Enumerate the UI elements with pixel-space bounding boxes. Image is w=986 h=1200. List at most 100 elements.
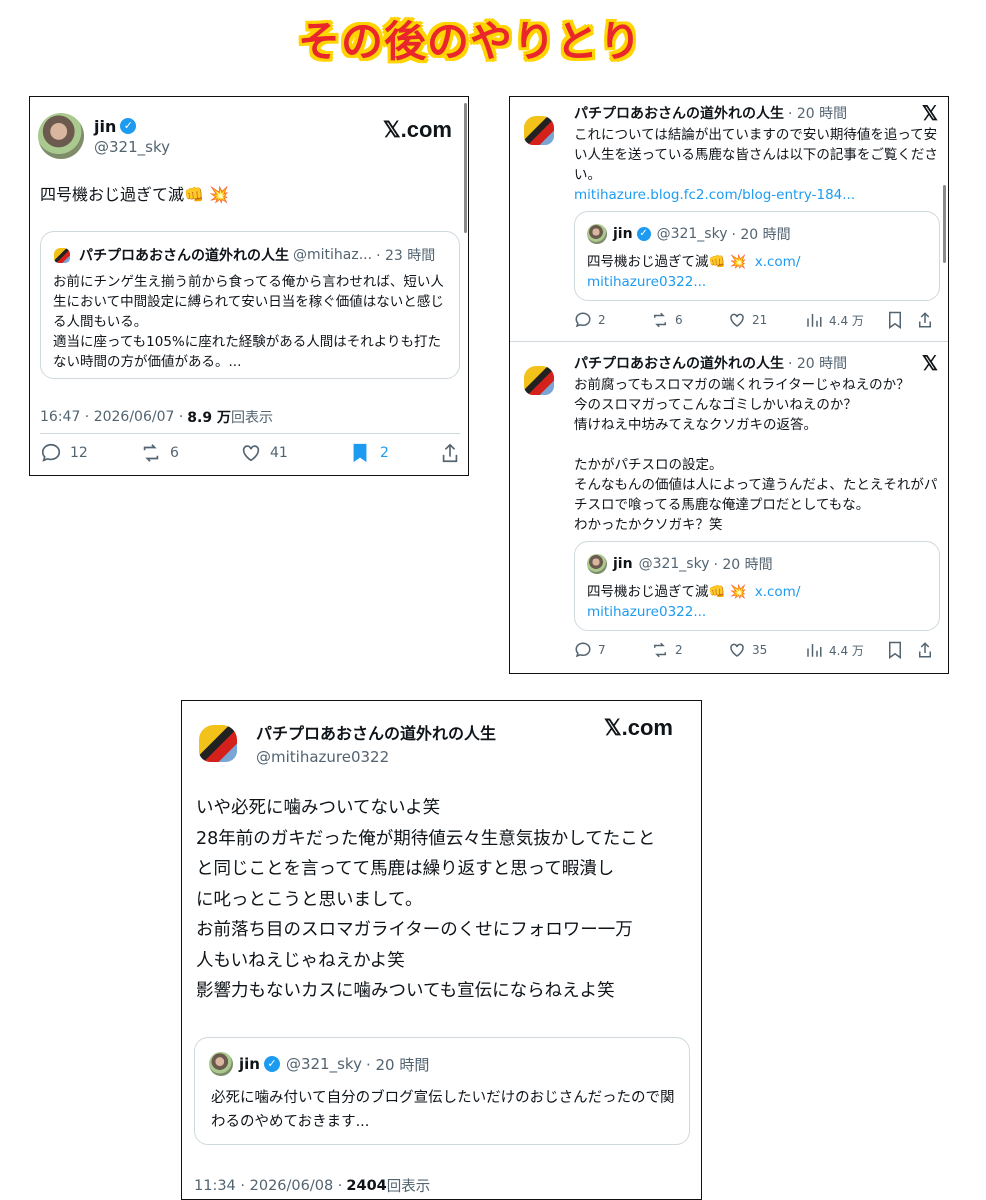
- tweet-text-line: 人もいねえじゃねえかよ笑: [196, 950, 405, 971]
- reply-text-line: わかったかクソガキ？笑: [574, 517, 723, 533]
- tweet-timestamp[interactable]: 11:34 · 2026/06/08 ·: [194, 1178, 342, 1194]
- x-logo-icon: 𝕏: [921, 103, 938, 125]
- author-handle[interactable]: @mitihazure0322: [256, 748, 496, 766]
- tweet-text-line: お前落ち目のスロマガライターのくせにフォロワー一万: [196, 920, 633, 940]
- reply-thread-panel: パチプロあおさんの道外れの人生 · 20 時間 𝕏 これについては結論が出ていま…: [509, 96, 949, 674]
- views-chart-icon: [807, 644, 822, 657]
- reply-timestamp[interactable]: · 20 時間: [788, 353, 847, 373]
- retweet-icon: [143, 444, 159, 462]
- views-button[interactable]: 4.4 万: [805, 641, 887, 659]
- retweet-button[interactable]: 6: [140, 442, 240, 464]
- scrollbar[interactable]: [943, 185, 946, 263]
- view-count: 8.9 万: [187, 410, 231, 426]
- quote-text: お前にチンゲ生え揃う前から食ってる俺から言わせれば、短い人生において中間設定に縛…: [53, 274, 444, 330]
- quote-author-name: パチプロあおさんの道外れの人生: [79, 248, 289, 264]
- bookmark-button[interactable]: [887, 311, 917, 329]
- avatar[interactable]: [192, 717, 244, 769]
- like-button[interactable]: 35: [728, 641, 805, 659]
- share-icon: [919, 642, 931, 658]
- avatar[interactable]: [518, 109, 560, 151]
- share-button[interactable]: [917, 641, 933, 659]
- avatar[interactable]: [38, 113, 84, 159]
- x-com-logo: 𝕏.com: [603, 715, 673, 740]
- reply-count: 12: [70, 445, 88, 461]
- x-logo-icon: 𝕏: [921, 353, 938, 375]
- tweet-text-line: と同じことを言ってて馬鹿は繰り返すと思って暇潰し: [196, 859, 615, 879]
- quote-link[interactable]: x.com/: [755, 584, 801, 600]
- retweet-icon: [654, 642, 666, 658]
- quote-text: 四号機おじ過ぎて滅👊 💥: [587, 584, 747, 600]
- x-com-logo: 𝕏.com: [382, 117, 452, 142]
- heart-icon: [730, 643, 744, 657]
- reply-text-line: お前腐ってもスロマガの端くれライターじゃねえのか？: [574, 377, 910, 393]
- author-name[interactable]: パチプロあおさんの道外れの人生: [574, 103, 784, 123]
- view-count-label: 回表示: [386, 1179, 431, 1195]
- quote-timestamp: · 20 時間: [713, 557, 773, 573]
- heart-icon: [242, 445, 260, 462]
- avatar: [587, 554, 607, 574]
- avatar[interactable]: [518, 359, 560, 401]
- reply-text-line: [574, 435, 942, 455]
- quote-author-name: jin: [239, 1055, 260, 1073]
- tweet-text-line: いや必死に噛みついてないよ笑: [196, 798, 441, 818]
- quote-text: 必死に噛み付いて自分のブログ宣伝したいだけのおじさんだったので関わるのやめておき…: [211, 1090, 675, 1130]
- reply-count: 7: [598, 643, 606, 657]
- bookmark-button[interactable]: 2: [350, 442, 440, 464]
- view-count-label: 回表示: [230, 410, 273, 426]
- author-name[interactable]: jin: [94, 117, 116, 136]
- blog-link[interactable]: mitihazure.blog.fc2.com/blog-entry-184..…: [574, 185, 942, 205]
- reply-button[interactable]: 7: [574, 641, 651, 659]
- author-name[interactable]: パチプロあおさんの道外れの人生: [256, 720, 496, 744]
- quote-link[interactable]: x.com/: [755, 254, 801, 270]
- retweet-button[interactable]: 6: [651, 311, 728, 329]
- bookmark-icon: [889, 641, 901, 659]
- page-banner-title: その後のやりとり: [297, 17, 642, 66]
- quote-timestamp: · 20 時間: [731, 227, 791, 243]
- verified-badge-icon: ✓: [263, 1056, 280, 1072]
- tweet-text-line: に叱っとこうと思いまして。: [196, 889, 423, 910]
- bookmark-icon: [889, 311, 901, 329]
- tweet-panel-pachipro: パチプロあおさんの道外れの人生 @mitihazure0322 𝕏.com いや…: [181, 700, 702, 1200]
- tweet-timestamp[interactable]: 16:47 · 2026/06/07 ·: [40, 409, 183, 425]
- like-count: 41: [270, 445, 288, 461]
- quote-timestamp: · 20 時間: [365, 1055, 430, 1074]
- share-button[interactable]: [917, 311, 933, 329]
- share-button[interactable]: [440, 442, 460, 464]
- reply-icon: [575, 642, 591, 658]
- scrollbar[interactable]: [464, 103, 467, 233]
- reply-icon: [575, 312, 591, 328]
- avatar: [51, 244, 73, 266]
- quote-author-handle: @321_sky: [285, 1055, 362, 1073]
- tweet-text-line: 影響力もないカスに噛みついても宣伝にならねえよ笑: [196, 981, 615, 1001]
- heart-icon: [730, 313, 744, 327]
- quote-link[interactable]: mitihazure0322...: [587, 602, 800, 622]
- reply-button[interactable]: 12: [40, 442, 140, 464]
- view-count: 2404: [346, 1177, 387, 1194]
- quote-author-handle: @321_sky: [638, 556, 710, 572]
- quote-text: 四号機おじ過ぎて滅👊 💥: [587, 254, 747, 270]
- views-button[interactable]: 4.4 万: [805, 311, 887, 329]
- share-icon: [919, 312, 931, 328]
- retweet-count: 2: [675, 643, 683, 657]
- share-icon: [442, 443, 458, 463]
- like-button[interactable]: 41: [240, 442, 350, 464]
- reply-icon: [41, 443, 61, 462]
- verified-badge-icon: ✓: [636, 227, 651, 241]
- quoted-tweet[interactable]: jin @321_sky · 20 時間 四号機おじ過ぎて滅👊 💥 x.com/…: [574, 541, 940, 631]
- bookmark-button[interactable]: [887, 641, 917, 659]
- reply-button[interactable]: 2: [574, 311, 651, 329]
- like-button[interactable]: 21: [728, 311, 805, 329]
- quoted-tweet[interactable]: jin ✓ @321_sky · 20 時間 必死に噛み付いて自分のブログ宣伝し…: [194, 1037, 690, 1145]
- retweet-count: 6: [170, 445, 179, 461]
- reply-timestamp[interactable]: · 20 時間: [788, 103, 847, 123]
- author-handle[interactable]: @321_sky: [94, 138, 170, 156]
- quote-link[interactable]: mitihazure0322...: [587, 272, 800, 292]
- tweet-text-line: 28年前のガキだった俺が期待値云々生意気抜かしてたこと: [196, 828, 656, 849]
- quoted-tweet[interactable]: jin ✓ @321_sky · 20 時間 四号機おじ過ぎて滅👊 💥 x.co…: [574, 211, 940, 301]
- retweet-count: 6: [675, 313, 683, 327]
- view-count: 4.4 万: [829, 313, 864, 328]
- retweet-button[interactable]: 2: [651, 641, 728, 659]
- author-name[interactable]: パチプロあおさんの道外れの人生: [574, 353, 784, 373]
- quoted-tweet[interactable]: パチプロあおさんの道外れの人生 @mitihaz... · 23 時間 お前にチ…: [40, 231, 460, 379]
- quote-author-name: jin: [613, 556, 633, 572]
